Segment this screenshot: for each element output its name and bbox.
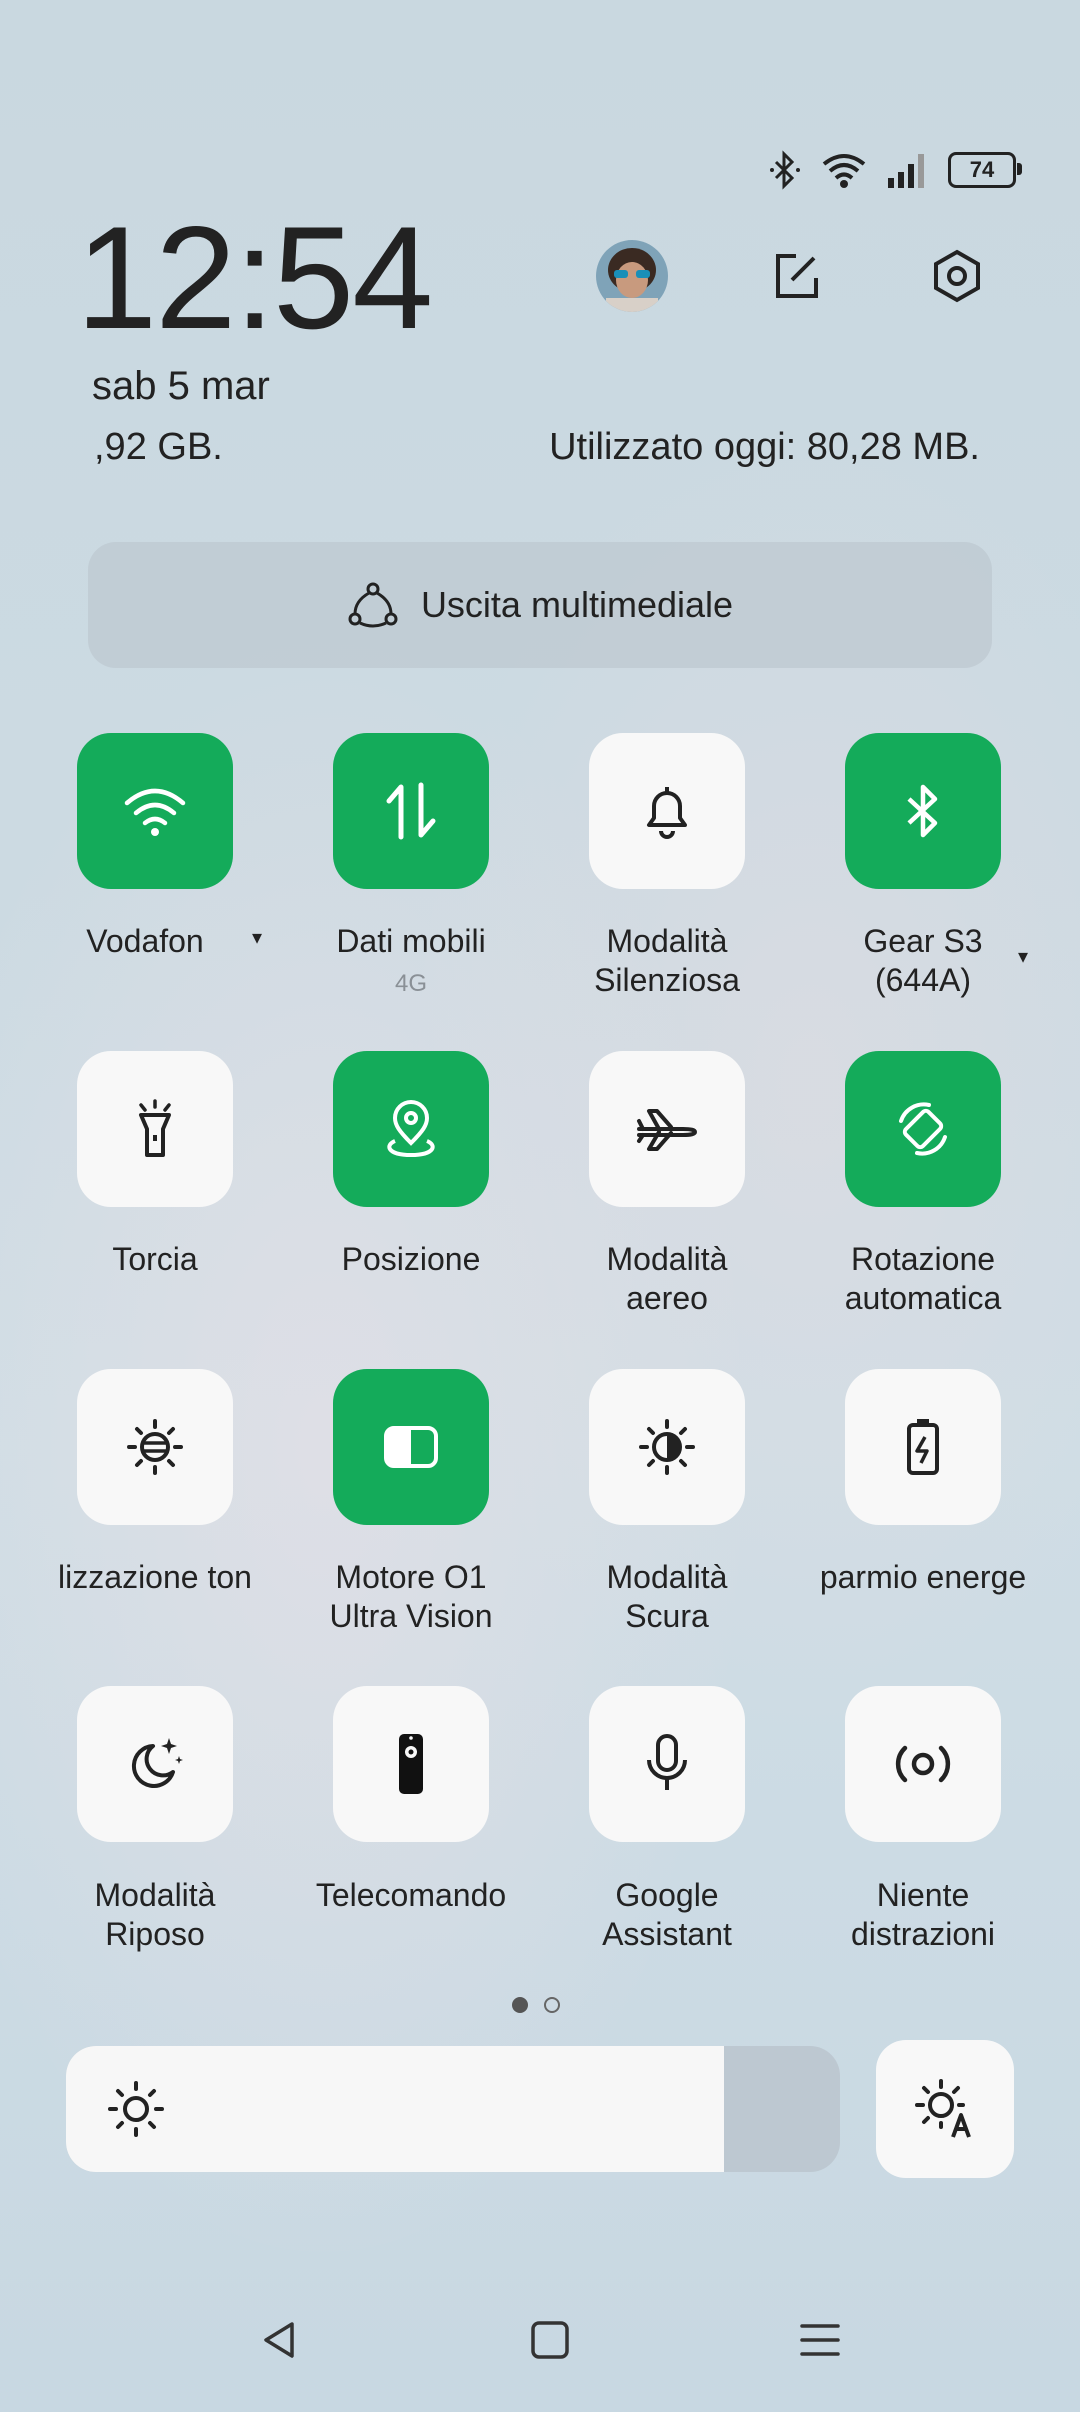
bluetooth-dropdown-icon[interactable]: ▾ [1018, 944, 1028, 969]
auto-brightness-button[interactable] [876, 2040, 1014, 2178]
tile-google-assistant[interactable] [589, 1686, 745, 1842]
tile-focus-mode-label: Niente distrazioni [850, 1877, 996, 1952]
rotate-icon [899, 1102, 947, 1156]
tile-bluetooth[interactable] [845, 733, 1001, 889]
tile-wifi-label: Vodafon [86, 923, 204, 959]
dark-mode-icon [639, 1419, 695, 1475]
vision-icon [384, 1426, 438, 1468]
home-icon [531, 2321, 569, 2359]
recents-button[interactable] [790, 2310, 850, 2370]
storage-text: ,92 GB. [94, 426, 223, 468]
bell-icon [647, 787, 687, 839]
airplane-icon [637, 1109, 697, 1151]
tile-dark-mode[interactable] [589, 1369, 745, 1525]
focus-icon [895, 1745, 951, 1783]
page-dot-active [512, 1997, 528, 2013]
tile-airplane[interactable] [589, 1051, 745, 1207]
flashlight-icon [139, 1099, 171, 1157]
tile-bluetooth-label: Gear S3 (644A) [863, 923, 983, 998]
tile-dark-mode-label: Modalità Scura [606, 1559, 728, 1634]
page-indicator [512, 1997, 560, 2013]
back-icon [264, 2322, 294, 2358]
tile-auto-rotate[interactable] [845, 1051, 1001, 1207]
wifi-icon [124, 788, 186, 836]
tile-silent[interactable] [589, 733, 745, 889]
home-button[interactable] [520, 2310, 580, 2370]
settings-icon[interactable] [927, 246, 987, 306]
tile-flashlight-label: Torcia [112, 1241, 198, 1277]
tile-remote-label: Telecomando [315, 1877, 507, 1913]
tile-google-assistant-label: Google Assistant [602, 1877, 732, 1952]
menu-icon [800, 2324, 840, 2356]
tile-ultra-vision-label: Motore O1 Ultra Vision [329, 1559, 493, 1634]
tile-focus-mode[interactable] [845, 1686, 1001, 1842]
media-output-button[interactable]: Uscita multimediale [88, 542, 992, 668]
tile-location-label: Posizione [341, 1241, 481, 1277]
tile-eye-comfort-label: lizzazione ton [58, 1559, 252, 1595]
edit-icon[interactable] [766, 246, 826, 306]
mic-icon [647, 1734, 687, 1790]
tile-sleep-mode[interactable] [77, 1686, 233, 1842]
tile-flashlight[interactable] [77, 1051, 233, 1207]
tile-battery-saver[interactable] [845, 1369, 1001, 1525]
tile-silent-label: Modalità Silenziosa [594, 923, 740, 998]
tile-mobile-data-sub: 4G [394, 970, 427, 997]
date: sab 5 mar [92, 364, 270, 408]
wifi-icon [822, 154, 866, 188]
media-output-label: Uscita multimediale [420, 584, 734, 625]
remote-icon [399, 1734, 423, 1794]
tile-auto-rotate-label: Rotazione automatica [844, 1241, 1002, 1316]
tile-location[interactable] [333, 1051, 489, 1207]
auto-brightness-icon [915, 2079, 971, 2138]
signal-icon [888, 154, 924, 188]
clock: 12:54 [76, 196, 433, 359]
moon-icon [131, 1738, 183, 1788]
tile-sleep-mode-label: Modalità Riposo [94, 1877, 216, 1952]
media-output-icon [348, 582, 398, 628]
brightness-slider[interactable] [66, 2046, 840, 2172]
tile-ultra-vision[interactable] [333, 1369, 489, 1525]
wifi-dropdown-icon[interactable]: ▾ [252, 925, 262, 950]
battery-icon: 74 [948, 152, 1022, 188]
tile-wifi[interactable] [77, 733, 233, 889]
back-button[interactable] [250, 2310, 310, 2370]
mobile-data-icon [386, 782, 436, 840]
tile-battery-saver-label: parmio energe [819, 1559, 1027, 1595]
data-usage-text: Utilizzato oggi: 80,28 MB. [549, 426, 980, 468]
battery-level: 74 [969, 157, 995, 182]
tile-mobile-data-label: Dati mobili [336, 923, 486, 959]
tile-eye-comfort[interactable] [77, 1369, 233, 1525]
tile-remote[interactable] [333, 1686, 489, 1842]
tile-mobile-data[interactable] [333, 733, 489, 889]
eye-comfort-icon [127, 1419, 183, 1475]
battery-saver-icon [907, 1419, 939, 1475]
page-dot[interactable] [544, 1997, 560, 2013]
location-icon [387, 1100, 435, 1158]
avatar[interactable] [596, 240, 668, 312]
bluetooth-icon [770, 150, 800, 190]
status-bar: 74 [768, 140, 1022, 200]
bluetooth-icon [907, 784, 938, 838]
tile-airplane-label: Modalità aereo [606, 1241, 728, 1316]
brightness-icon [108, 2081, 164, 2137]
